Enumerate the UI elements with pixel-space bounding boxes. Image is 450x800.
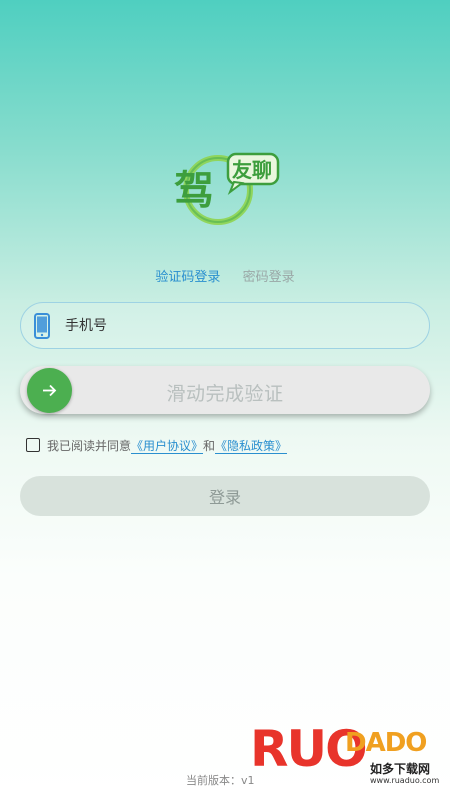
phone-icon: [34, 313, 50, 339]
agreement-checkbox[interactable]: [26, 438, 40, 452]
phone-input[interactable]: [65, 303, 415, 348]
agreement-prefix: 我已阅读并同意: [47, 439, 132, 453]
watermark-brand-b: DADO: [345, 728, 427, 758]
arrow-right-icon: [43, 384, 57, 397]
slide-verify-handle[interactable]: [27, 368, 72, 413]
tab-verification-code[interactable]: 验证码登录: [155, 266, 220, 285]
tab-password[interactable]: 密码登录: [243, 266, 295, 285]
version-label: 当前版本：v1: [186, 774, 255, 787]
slide-verify-label: 滑动完成验证: [166, 383, 284, 405]
privacy-policy-link[interactable]: 《隐私政策》: [215, 439, 288, 454]
agreement-text: 我已阅读并同意《用户协议》和《隐私政策》: [47, 438, 288, 454]
agreement-and: 和: [203, 439, 216, 453]
logo-main-char: 驾: [174, 168, 214, 214]
logo-bubble-text: 友聊: [232, 158, 272, 182]
phone-field[interactable]: [20, 302, 430, 349]
app-logo: 驾 友聊: [168, 148, 282, 228]
login-tabs: 验证码登录 密码登录: [0, 266, 450, 285]
watermark-sub: 如多下载网: [370, 762, 431, 776]
login-button[interactable]: 登录: [20, 476, 430, 516]
watermark-url: www.ruaduo.com: [370, 776, 440, 785]
slide-verify[interactable]: 滑动完成验证: [20, 366, 430, 414]
watermark-logo: RUO DADO 如多下载网 www.ruaduo.com: [250, 720, 440, 792]
user-agreement-link[interactable]: 《用户协议》: [131, 439, 204, 454]
